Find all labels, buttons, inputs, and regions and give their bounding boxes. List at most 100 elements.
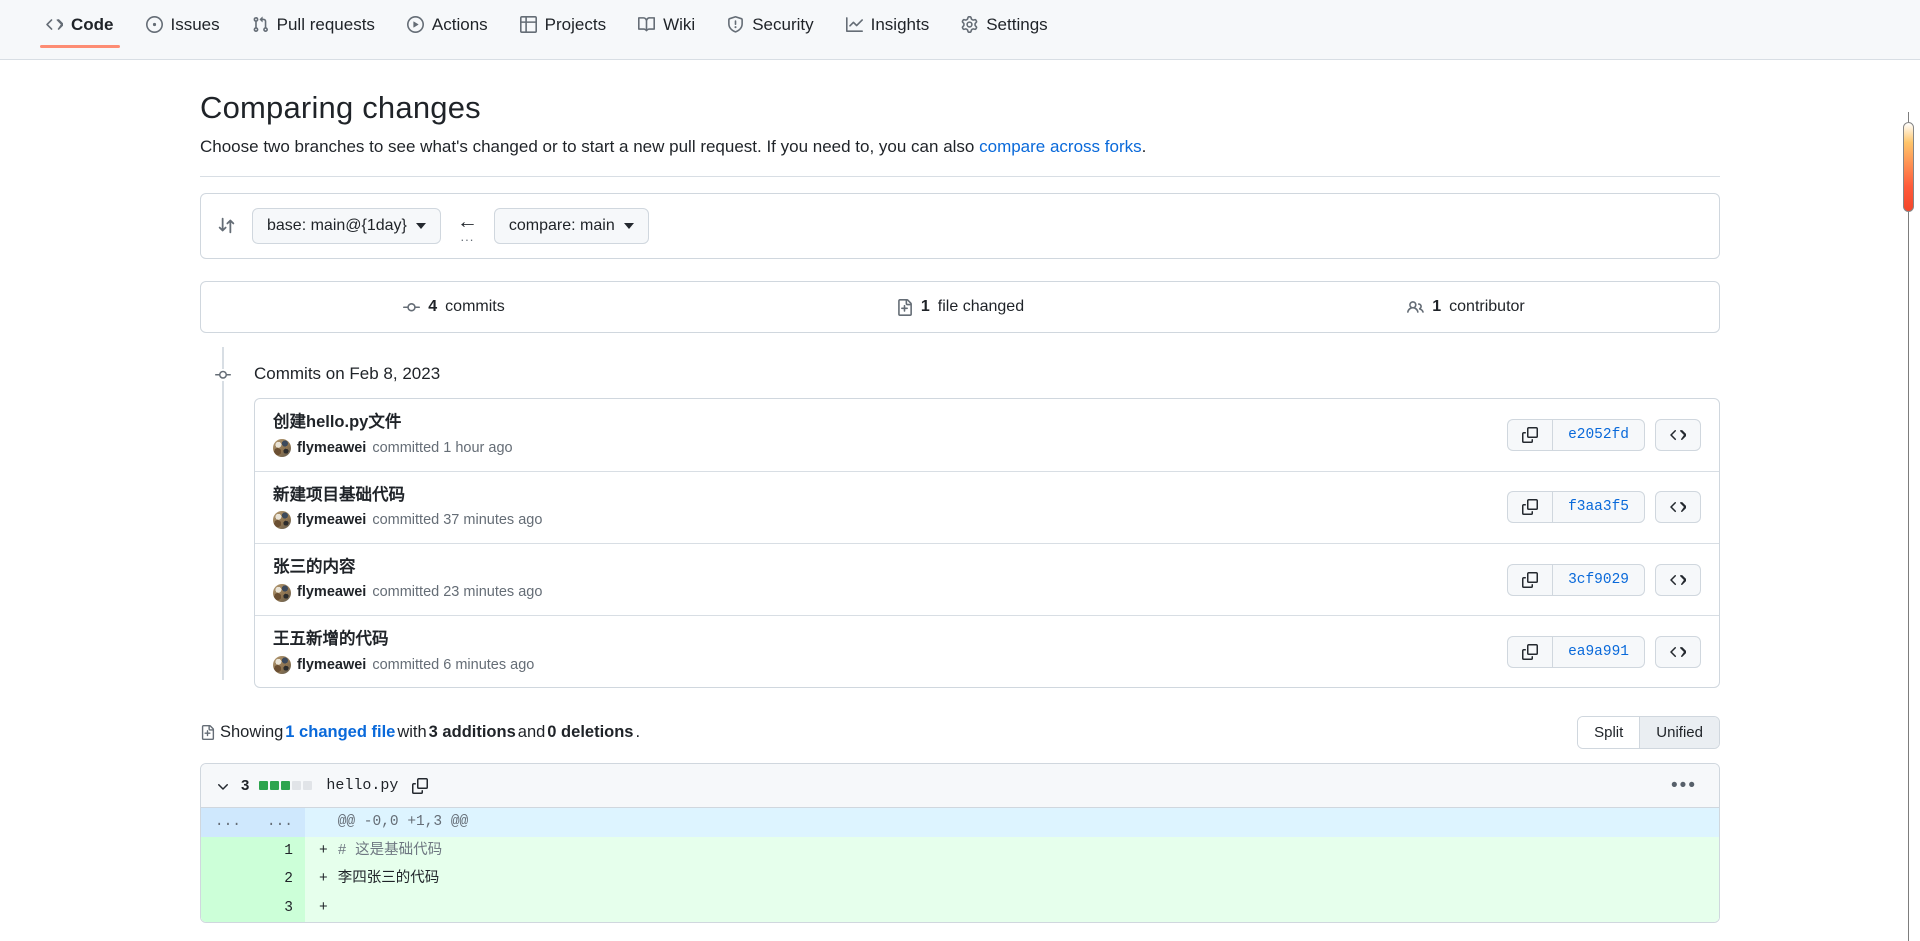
nav-tab-code[interactable]: Code: [36, 12, 124, 48]
unified-view-button[interactable]: Unified: [1639, 717, 1719, 749]
commit-sha[interactable]: 3cf9029: [1552, 563, 1645, 596]
commit-author[interactable]: flymeawei: [297, 583, 366, 602]
table-row: 创建hello.py文件 flymeawei committed 1 hour …: [255, 399, 1719, 470]
stat-value: 1: [920, 298, 930, 316]
commit-meta: flymeawei committed 6 minutes ago: [273, 656, 534, 675]
diff-view-toggle: Split Unified: [1577, 716, 1720, 750]
browse-code-button[interactable]: [1655, 491, 1701, 524]
showing-summary: Showing 1 changed file with 3 additions …: [200, 723, 640, 742]
changed-files-link[interactable]: 1 changed file: [285, 723, 395, 742]
split-view-button[interactable]: Split: [1578, 717, 1640, 749]
file-name[interactable]: hello.py: [326, 777, 398, 794]
diffstat-block: [303, 781, 313, 791]
play-icon: [406, 16, 424, 33]
nav-tab-label: Issues: [170, 15, 220, 34]
copy-icon[interactable]: [1507, 491, 1553, 524]
copy-icon[interactable]: [1507, 563, 1553, 596]
browse-code-button[interactable]: [1655, 635, 1701, 668]
compare-across-forks-link[interactable]: compare across forks: [979, 137, 1142, 156]
diff-line-sign: [305, 808, 330, 837]
browse-code-button[interactable]: [1655, 418, 1701, 451]
commit-sha[interactable]: e2052fd: [1552, 418, 1645, 451]
nav-tab-security[interactable]: Security: [717, 12, 823, 48]
nav-tab-pull-requests[interactable]: Pull requests: [242, 12, 385, 48]
branch-selector-bar: base: main@{1day} ← ... compare: main: [200, 192, 1720, 260]
table-row: 王五新增的代码 flymeawei committed 6 minutes ag…: [255, 615, 1719, 687]
commit-actions: 3cf9029: [1507, 563, 1701, 596]
diff-hunk-row: ... ... @@ -0,0 +1,3 @@: [201, 808, 1719, 837]
diff-added-row: 3 +: [201, 893, 1719, 923]
diff-new-line-number: 1: [253, 836, 305, 866]
commit-author[interactable]: flymeawei: [297, 511, 366, 530]
file-diff-header: 3 hello.py •••: [201, 764, 1719, 809]
stat-files-changed[interactable]: 1 file changed: [707, 282, 1213, 332]
nav-tab-issues[interactable]: Issues: [136, 12, 230, 48]
commit-author[interactable]: flymeawei: [297, 656, 366, 675]
commit-dot-icon: [213, 369, 233, 382]
avatar: [273, 439, 291, 458]
table-row: 新建项目基础代码 flymeawei committed 37 minutes …: [255, 470, 1719, 543]
commit-meta: flymeawei committed 23 minutes ago: [273, 583, 542, 602]
nav-tab-insights[interactable]: Insights: [836, 12, 940, 48]
file-diff-icon: [896, 298, 913, 316]
graph-icon: [845, 16, 863, 33]
commit-title[interactable]: 新建项目基础代码: [273, 485, 542, 506]
commit-actions: e2052fd: [1507, 418, 1701, 451]
nav-tab-label: Security: [752, 15, 814, 34]
chevron-down-icon[interactable]: [215, 778, 231, 794]
stat-commits[interactable]: 4 commits: [201, 282, 707, 332]
kebab-horizontal-icon[interactable]: •••: [1663, 774, 1705, 797]
showing-and: and: [517, 723, 546, 742]
diff-old-line-number: [201, 865, 253, 894]
diff-old-line-number: [201, 893, 253, 923]
commit-title[interactable]: 王五新增的代码: [273, 629, 534, 650]
scrollbar[interactable]: [1903, 112, 1915, 941]
commit-sha[interactable]: f3aa3f5: [1552, 491, 1645, 524]
gear-icon: [961, 16, 978, 33]
commit-sha-group: e2052fd: [1507, 418, 1645, 451]
file-diff-icon: [200, 725, 215, 741]
base-branch-dropdown[interactable]: base: main@{1day}: [252, 207, 441, 245]
commit-title[interactable]: 张三的内容: [273, 557, 542, 578]
subtitle-text-after: .: [1141, 137, 1147, 156]
commit-title[interactable]: 创建hello.py文件: [273, 412, 513, 433]
commit-info: 新建项目基础代码 flymeawei committed 37 minutes …: [273, 485, 542, 530]
diff-new-line-number: ...: [253, 808, 305, 837]
nav-tab-settings[interactable]: Settings: [951, 12, 1057, 48]
file-diff-card: 3 hello.py ••• ... ... @@ -0,0 +1,3 @@ 1…: [200, 763, 1720, 924]
diff-new-line-number: 2: [253, 865, 305, 894]
git-compare-icon: [217, 216, 236, 235]
scrollbar-thumb[interactable]: [1903, 122, 1914, 212]
nav-tab-wiki[interactable]: Wiki: [628, 12, 705, 48]
commit-info: 张三的内容 flymeawei committed 23 minutes ago: [273, 557, 542, 602]
commit-author[interactable]: flymeawei: [297, 439, 366, 458]
diff-line-sign: +: [305, 893, 330, 923]
commit-actions: f3aa3f5: [1507, 491, 1701, 524]
nav-tab-label: Pull requests: [276, 15, 375, 34]
commits-date-heading: Commits on Feb 8, 2023: [254, 364, 441, 384]
diffstat-block: [270, 781, 280, 791]
additions-count: 3 additions: [428, 723, 516, 742]
nav-tab-projects[interactable]: Projects: [510, 12, 616, 48]
file-change-count: 3: [241, 777, 250, 795]
stat-label: commits: [445, 298, 505, 316]
diff-added-row: 1 + # 这是基础代码: [201, 836, 1719, 866]
commit-info: 创建hello.py文件 flymeawei committed 1 hour …: [273, 412, 513, 458]
nav-tab-label: Code: [71, 15, 114, 34]
nav-tab-label: Wiki: [663, 15, 696, 34]
commit-sha[interactable]: ea9a991: [1552, 635, 1645, 668]
git-pull-request-icon: [252, 16, 269, 33]
stat-value: 4: [428, 298, 438, 316]
compare-branch-dropdown[interactable]: compare: main: [493, 207, 649, 245]
table-icon: [519, 16, 537, 33]
stat-label: file changed: [937, 298, 1025, 316]
copy-icon[interactable]: [1507, 418, 1553, 451]
diff-table: ... ... @@ -0,0 +1,3 @@ 1 + # 这是基础代码 2 +…: [201, 808, 1719, 923]
people-icon: [1407, 299, 1425, 316]
stat-contributors[interactable]: 1 contributor: [1213, 282, 1719, 332]
copy-icon[interactable]: [412, 777, 429, 794]
diff-line-sign: +: [305, 836, 330, 866]
nav-tab-actions[interactable]: Actions: [397, 12, 498, 48]
browse-code-button[interactable]: [1655, 563, 1701, 596]
copy-icon[interactable]: [1507, 635, 1553, 668]
